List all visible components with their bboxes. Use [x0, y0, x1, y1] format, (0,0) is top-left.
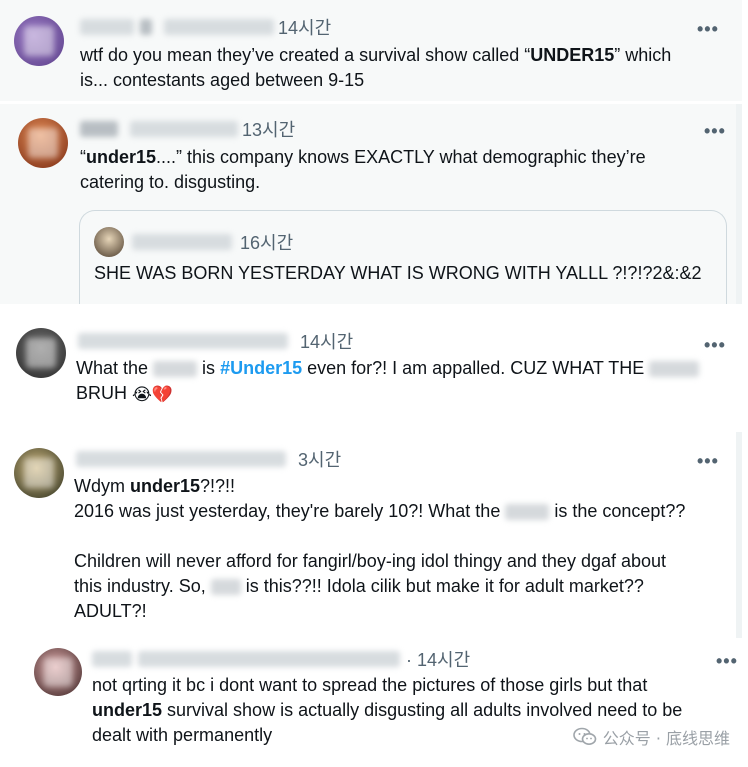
- crying-emoji: 😭: [132, 384, 152, 404]
- more-options-icon[interactable]: •••: [704, 336, 726, 354]
- censored-word: [153, 361, 198, 378]
- tweet-1: 14시간 ••• wtf do you mean they’ve created…: [0, 0, 742, 101]
- watermark-label: 公众号 · 底线思维: [602, 729, 730, 748]
- tweet-text: What the is #Under15 even for?! I am app…: [76, 356, 700, 407]
- tweet-timestamp[interactable]: 14시간: [300, 328, 353, 354]
- tweet-timestamp[interactable]: 14시간: [278, 14, 331, 40]
- avatar[interactable]: [16, 328, 66, 378]
- tweet-meta: 14시간: [80, 14, 331, 40]
- more-options-icon[interactable]: •••: [704, 122, 726, 140]
- quoted-tweet-timestamp: 16시간: [240, 233, 294, 253]
- username-redacted: [92, 651, 132, 667]
- handle-redacted: [138, 651, 400, 667]
- username-redacted: [140, 19, 152, 35]
- quoted-tweet-text: SHE WAS BORN YESTERDAY WHAT IS WRONG WIT…: [94, 263, 702, 283]
- avatar[interactable]: [14, 448, 64, 498]
- tweet-meta: 3시간: [76, 446, 341, 472]
- tweet-meta: · 14시간: [92, 646, 470, 672]
- quoted-tweet[interactable]: 16시간 SHE WAS BORN YESTERDAY WHAT IS WRON…: [79, 210, 727, 304]
- tweet-text: Wdym under15?!?!! 2016 was just yesterda…: [74, 476, 686, 621]
- avatar[interactable]: [34, 648, 82, 696]
- wechat-icon: [572, 727, 597, 747]
- tweet-text: “under15....” this company knows EXACTLY…: [80, 147, 646, 192]
- tweet-timestamp[interactable]: 3시간: [298, 446, 341, 472]
- username-redacted: [132, 234, 232, 250]
- handle-redacted: [130, 121, 238, 137]
- more-options-icon[interactable]: •••: [716, 652, 738, 670]
- avatar: [94, 227, 124, 257]
- username-redacted: [78, 333, 288, 349]
- tweet-timestamp[interactable]: 13시간: [242, 116, 295, 142]
- watermark: 公众号 · 底线思维: [572, 724, 730, 750]
- tweet-4: 3시간 ••• Wdym under15?!?!! 2016 was just …: [0, 432, 742, 638]
- more-options-icon[interactable]: •••: [697, 20, 719, 38]
- broken-heart-emoji: 💔: [151, 384, 174, 404]
- tweet-meta: 13시간: [80, 116, 295, 142]
- tweet-3: 14시간 ••• What the is #Under15 even for?!…: [0, 310, 748, 430]
- avatar[interactable]: [18, 118, 68, 168]
- username-redacted: [80, 19, 134, 35]
- username-redacted: [76, 451, 286, 467]
- censored-word: [505, 504, 550, 521]
- handle-redacted: [164, 19, 274, 35]
- tweet-timestamp[interactable]: · 14시간: [406, 646, 470, 672]
- hashtag-link[interactable]: #Under15: [220, 358, 302, 378]
- censored-word: [649, 361, 700, 378]
- tweet-meta: 14시간: [78, 328, 353, 354]
- username-redacted: [80, 121, 118, 137]
- censored-word: [210, 579, 241, 596]
- quoted-tweet-meta: 16시간: [132, 229, 293, 255]
- tweet-text: wtf do you mean they’ve created a surviv…: [80, 45, 672, 90]
- more-options-icon[interactable]: •••: [697, 452, 719, 470]
- avatar[interactable]: [14, 16, 64, 66]
